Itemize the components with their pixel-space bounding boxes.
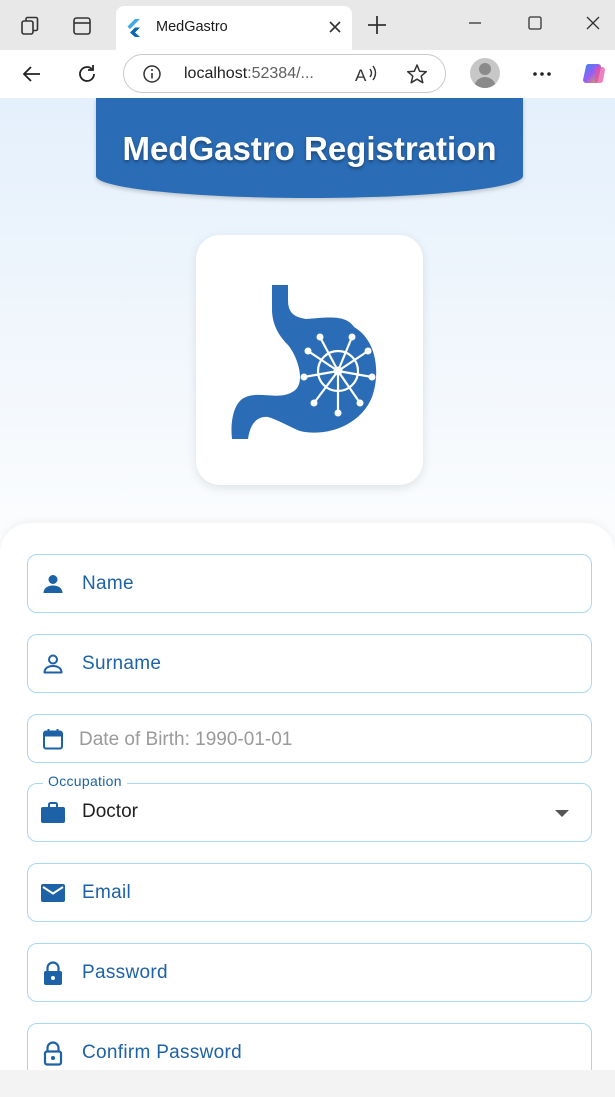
logo-card xyxy=(196,235,423,485)
registration-form: Name Surname Date of Birth: 1990-01-01 O… xyxy=(0,523,615,1070)
page-title: MedGastro Registration xyxy=(122,130,497,167)
url-text[interactable]: localhost:52384/... xyxy=(184,65,314,83)
mail-icon xyxy=(40,880,66,906)
lock-outline-icon xyxy=(40,1040,66,1066)
vertical-tabs-icon[interactable] xyxy=(66,12,98,40)
favorite-star-icon[interactable] xyxy=(406,63,428,90)
browser-toolbar: localhost:52384/... A xyxy=(0,50,615,98)
person-outline-icon xyxy=(40,651,66,677)
workspaces-icon[interactable] xyxy=(14,12,46,40)
name-label: Name xyxy=(82,573,134,594)
email-label: Email xyxy=(82,882,132,903)
occupation-label: Occupation xyxy=(43,773,127,789)
refresh-icon[interactable] xyxy=(70,58,104,90)
site-info-icon[interactable] xyxy=(142,64,162,89)
maximize-icon[interactable] xyxy=(515,8,555,38)
browser-tab-bar: MedGastro xyxy=(0,0,615,50)
tab-title: MedGastro xyxy=(156,19,228,35)
active-tab[interactable]: MedGastro xyxy=(116,6,352,50)
person-filled-icon xyxy=(40,571,66,597)
dropdown-arrow-icon[interactable] xyxy=(555,810,569,817)
lock-icon xyxy=(40,960,66,986)
occupation-dropdown[interactable]: Occupation Doctor xyxy=(27,773,592,842)
copilot-icon[interactable] xyxy=(578,58,612,90)
new-tab-icon[interactable] xyxy=(364,12,390,43)
flutter-logo-icon xyxy=(126,19,142,42)
surname-field[interactable]: Surname xyxy=(27,634,592,693)
close-tab-icon[interactable] xyxy=(326,18,344,41)
name-field[interactable]: Name xyxy=(27,554,592,613)
app-viewport: MedGastro Registration Name Surname Date… xyxy=(0,98,615,1070)
confirm-password-field[interactable]: Confirm Password xyxy=(27,1023,592,1070)
address-bar[interactable]: localhost:52384/... A xyxy=(123,54,446,93)
back-icon[interactable] xyxy=(15,58,49,90)
header-banner: MedGastro Registration xyxy=(96,98,523,198)
date-of-birth-placeholder: Date of Birth: 1990-01-01 xyxy=(79,729,293,750)
calendar-icon xyxy=(40,726,66,752)
email-field[interactable]: Email xyxy=(27,863,592,922)
more-options-icon[interactable] xyxy=(525,58,559,90)
profile-avatar[interactable] xyxy=(470,58,500,88)
svg-text:A: A xyxy=(355,66,367,85)
minimize-icon[interactable] xyxy=(455,8,495,38)
date-of-birth-field[interactable]: Date of Birth: 1990-01-01 xyxy=(27,714,592,763)
surname-label: Surname xyxy=(82,653,162,674)
briefcase-icon xyxy=(40,800,66,826)
read-aloud-icon[interactable]: A xyxy=(354,63,380,90)
confirm-password-label: Confirm Password xyxy=(82,1042,243,1063)
occupation-value: Doctor xyxy=(82,801,138,822)
password-field[interactable]: Password xyxy=(27,943,592,1002)
stomach-logo-icon xyxy=(231,285,377,439)
close-window-icon[interactable] xyxy=(573,8,613,38)
password-label: Password xyxy=(82,962,168,983)
